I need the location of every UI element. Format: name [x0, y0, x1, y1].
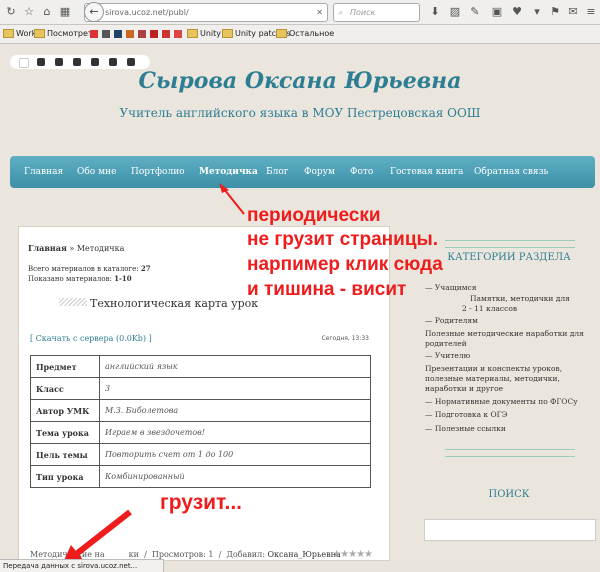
- annotation-text: и тишина - висит: [247, 279, 407, 300]
- arrow-to-nav: [223, 188, 245, 215]
- annotation-text: нарпимер клик сюда: [247, 254, 443, 275]
- status-bar: Передача данных с sirova.ucoz.net...: [0, 559, 164, 572]
- arrow-head: [219, 183, 229, 193]
- annotation-text: не грузит страницы.: [247, 229, 439, 250]
- annotation-loading: грузит...: [160, 491, 242, 514]
- arrow-to-status: [73, 509, 132, 558]
- annotation-text: периодически: [247, 205, 381, 226]
